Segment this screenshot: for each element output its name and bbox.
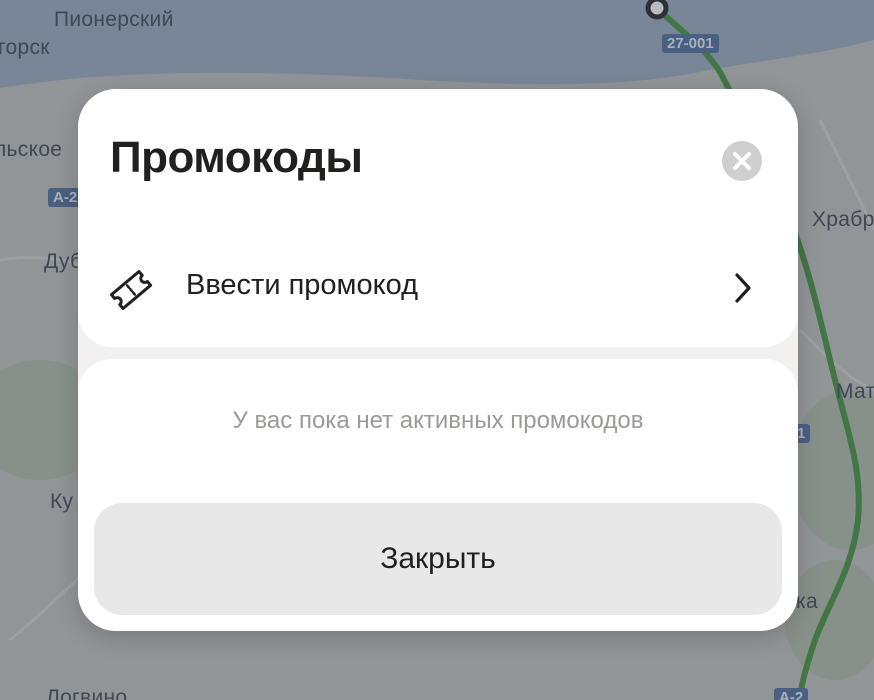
enter-promocode-label: Ввести промокод [186,269,419,301]
modal-header-card: Промокоды Ввести промокод [78,89,798,347]
ticket-icon [109,270,153,310]
empty-state-text: У вас пока нет активных промокодов [232,407,644,434]
promocodes-modal: Промокоды Ввести промокод У вас пока нет [78,89,798,631]
close-x-glyph [733,152,751,170]
close-button[interactable]: Закрыть [94,503,782,615]
promocodes-list-card: У вас пока нет активных промокодов Закры… [78,359,798,631]
enter-promocode-row[interactable]: Ввести промокод [78,253,798,323]
chevron-right-icon [735,273,751,303]
modal-title: Промокоды [110,133,363,182]
close-icon[interactable] [722,141,762,181]
